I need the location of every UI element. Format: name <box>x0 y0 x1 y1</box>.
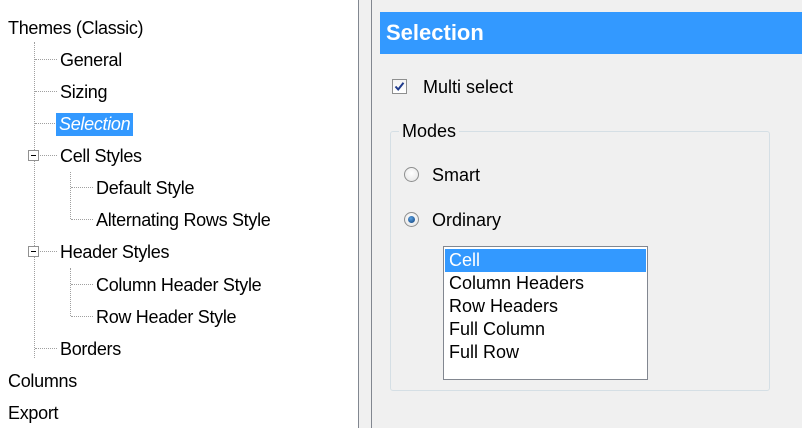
tree-item-columns[interactable]: Columns <box>8 367 77 395</box>
tree-connector <box>71 219 93 220</box>
tree-connector <box>35 59 57 60</box>
tree-item-selection[interactable]: Selection <box>56 110 134 138</box>
list-item-full-row[interactable]: Full Row <box>445 341 646 364</box>
settings-tree[interactable]: Themes (Classic) General Sizing Selectio… <box>0 0 359 428</box>
tree-connector <box>35 91 57 92</box>
tree-connector <box>40 155 57 156</box>
tree-connector <box>71 316 93 317</box>
tree-item-label: Column Header Style <box>96 275 262 295</box>
tree-connector <box>35 123 57 124</box>
tree-item-label: General <box>60 50 122 70</box>
tree-item-label: Sizing <box>60 82 108 102</box>
tree-connector <box>71 284 93 285</box>
modes-legend: Modes <box>399 120 460 142</box>
selection-mode-listbox[interactable]: Cell Column Headers Row Headers Full Col… <box>443 246 648 380</box>
list-item-row-headers[interactable]: Row Headers <box>445 295 646 318</box>
tree-connector <box>70 172 71 219</box>
tree-item-label: Selection <box>56 113 134 136</box>
tree-connector <box>70 268 71 316</box>
tree-connector <box>40 251 57 252</box>
tree-item-label: Row Header Style <box>96 307 237 327</box>
tree-item-alternating-rows-style[interactable]: Alternating Rows Style <box>96 206 271 234</box>
list-item-cell[interactable]: Cell <box>445 249 646 272</box>
tree-item-label: Themes (Classic) <box>8 18 144 38</box>
radio-button[interactable] <box>404 167 419 182</box>
tree-item-default-style[interactable]: Default Style <box>96 174 194 202</box>
radio-ordinary-label: Ordinary <box>432 210 502 230</box>
tree-connector <box>71 187 93 188</box>
radio-smart-label: Smart <box>432 165 481 185</box>
tree-item-cell-styles[interactable]: Cell Styles <box>60 142 142 170</box>
list-item-column-headers[interactable]: Column Headers <box>445 272 646 295</box>
multi-select-label: Multi select <box>423 77 514 97</box>
tree-item-sizing[interactable]: Sizing <box>60 78 108 106</box>
list-item-full-column[interactable]: Full Column <box>445 318 646 341</box>
tree-connector <box>35 348 57 349</box>
collapse-minus-icon[interactable] <box>28 150 39 161</box>
panel-splitter[interactable] <box>359 0 372 428</box>
tree-item-label: Default Style <box>96 178 195 198</box>
tree-item-general[interactable]: General <box>60 46 122 74</box>
tree-item-header-styles[interactable]: Header Styles <box>60 238 169 266</box>
tree-item-label: Borders <box>60 339 121 359</box>
collapse-minus-icon[interactable] <box>28 246 39 257</box>
checkmark-icon <box>394 82 405 92</box>
tree-item-themes-classic[interactable]: Themes (Classic) <box>8 14 144 42</box>
page-title: Selection <box>386 20 484 45</box>
tree-item-label: Export <box>8 403 59 423</box>
tree-item-label: Cell Styles <box>60 146 142 166</box>
tree-connector <box>34 42 35 358</box>
radio-dot-icon[interactable] <box>404 212 419 227</box>
checkbox-box[interactable] <box>392 79 407 94</box>
tree-item-label: Alternating Rows Style <box>96 210 271 230</box>
panel-header: Selection <box>380 12 802 54</box>
tree-item-export[interactable]: Export <box>8 399 59 427</box>
tree-item-column-header-style[interactable]: Column Header Style <box>96 271 262 299</box>
tree-item-label: Header Styles <box>60 242 170 262</box>
tree-item-borders[interactable]: Borders <box>60 335 121 363</box>
tree-item-row-header-style[interactable]: Row Header Style <box>96 303 237 331</box>
tree-item-label: Columns <box>8 371 77 391</box>
